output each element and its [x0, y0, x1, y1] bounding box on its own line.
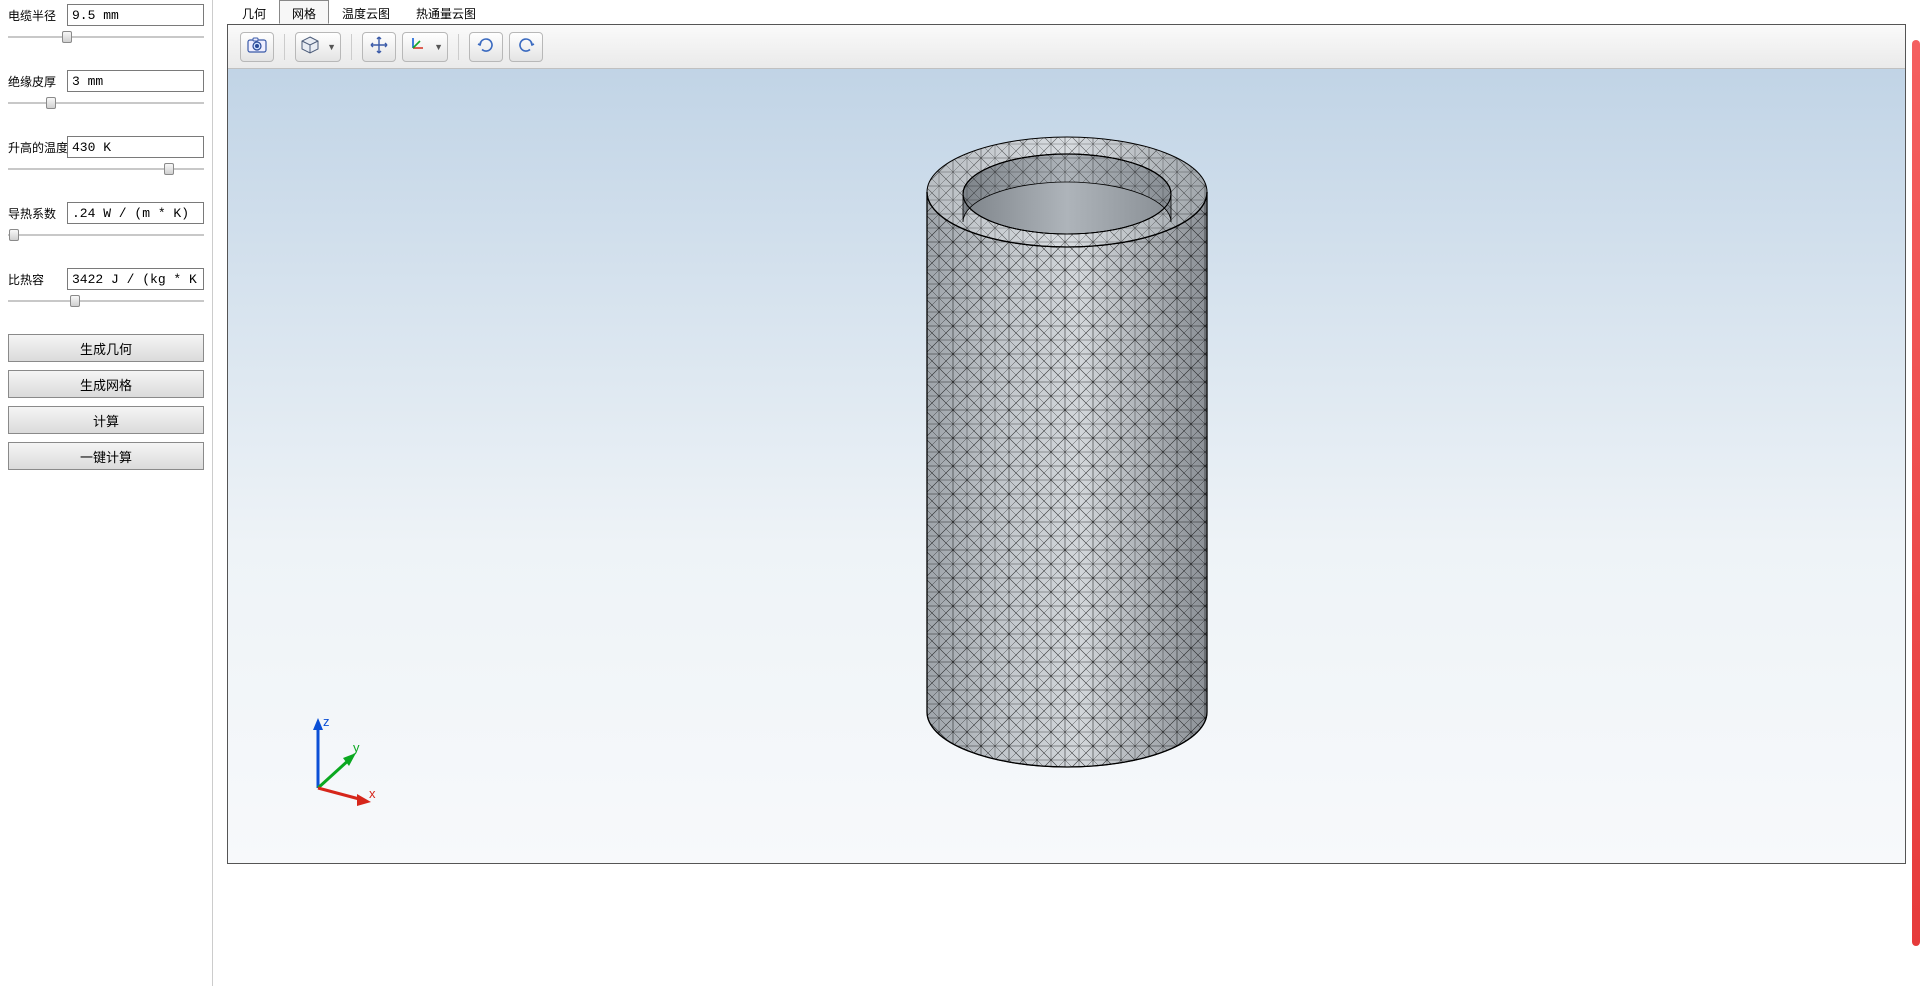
tab-bar: 几何 网格 温度云图 热通量云图 [221, 0, 1912, 24]
axis-triad: z y x [293, 708, 393, 808]
tab-temperature-contour[interactable]: 温度云图 [329, 0, 403, 24]
thermal-conductivity-input[interactable] [67, 202, 204, 224]
axes-dropdown[interactable]: ▼ [402, 32, 448, 62]
camera-icon [247, 37, 267, 56]
param-label: 绝缘皮厚 [8, 73, 63, 90]
calculate-button[interactable]: 计算 [8, 406, 204, 434]
param-label: 升高的温度 [8, 139, 63, 156]
rotate-ccw-icon [476, 36, 496, 57]
chevron-down-icon: ▼ [327, 42, 336, 52]
mesh-cylinder [897, 102, 1237, 802]
param-cable-radius: 电缆半径 [8, 4, 204, 44]
viewer-toolbar: ▼ ▼ [228, 25, 1905, 69]
pan-button[interactable] [362, 32, 396, 62]
param-label: 电缆半径 [8, 7, 63, 24]
snapshot-button[interactable] [240, 32, 274, 62]
view-cube-dropdown[interactable]: ▼ [295, 32, 341, 62]
rotate-cw-icon [516, 36, 536, 57]
generate-geometry-button[interactable]: 生成几何 [8, 334, 204, 362]
cube-icon [300, 35, 320, 58]
param-specific-heat: 比热容 [8, 268, 204, 308]
right-scroll-indicator[interactable] [1912, 40, 1920, 946]
specific-heat-slider[interactable] [8, 294, 204, 308]
tab-mesh[interactable]: 网格 [279, 0, 329, 24]
rotate-ccw-button[interactable] [469, 32, 503, 62]
parameter-sidebar: 电缆半径 绝缘皮厚 升高的温度 [0, 0, 213, 986]
axis-z-label: z [323, 714, 330, 729]
cable-radius-input[interactable] [67, 4, 204, 26]
chevron-down-icon: ▼ [434, 42, 443, 52]
axis-x-label: x [369, 786, 376, 801]
param-label: 导热系数 [8, 205, 63, 222]
elevated-temperature-slider[interactable] [8, 162, 204, 176]
cable-radius-slider[interactable] [8, 30, 204, 44]
viewport-3d[interactable]: z y x [228, 69, 1905, 863]
axes-icon [407, 36, 425, 57]
toolbar-separator [458, 34, 459, 60]
thermal-conductivity-slider[interactable] [8, 228, 204, 242]
insulation-thickness-slider[interactable] [8, 96, 204, 110]
main-panel: 几何 网格 温度云图 热通量云图 ▼ [213, 0, 1920, 986]
generate-mesh-button[interactable]: 生成网格 [8, 370, 204, 398]
param-label: 比热容 [8, 271, 63, 288]
toolbar-separator [351, 34, 352, 60]
viewer-frame: ▼ ▼ [227, 24, 1906, 864]
param-thermal-conductivity: 导热系数 [8, 202, 204, 242]
rotate-cw-button[interactable] [509, 32, 543, 62]
param-elevated-temperature: 升高的温度 [8, 136, 204, 176]
move-icon [370, 36, 388, 57]
axis-y-label: y [353, 740, 360, 755]
toolbar-separator [284, 34, 285, 60]
insulation-thickness-input[interactable] [67, 70, 204, 92]
tab-geometry[interactable]: 几何 [229, 0, 279, 24]
one-click-calculate-button[interactable]: 一键计算 [8, 442, 204, 470]
specific-heat-input[interactable] [67, 268, 204, 290]
elevated-temperature-input[interactable] [67, 136, 204, 158]
param-insulation-thickness: 绝缘皮厚 [8, 70, 204, 110]
tab-heat-flux-contour[interactable]: 热通量云图 [403, 0, 489, 24]
